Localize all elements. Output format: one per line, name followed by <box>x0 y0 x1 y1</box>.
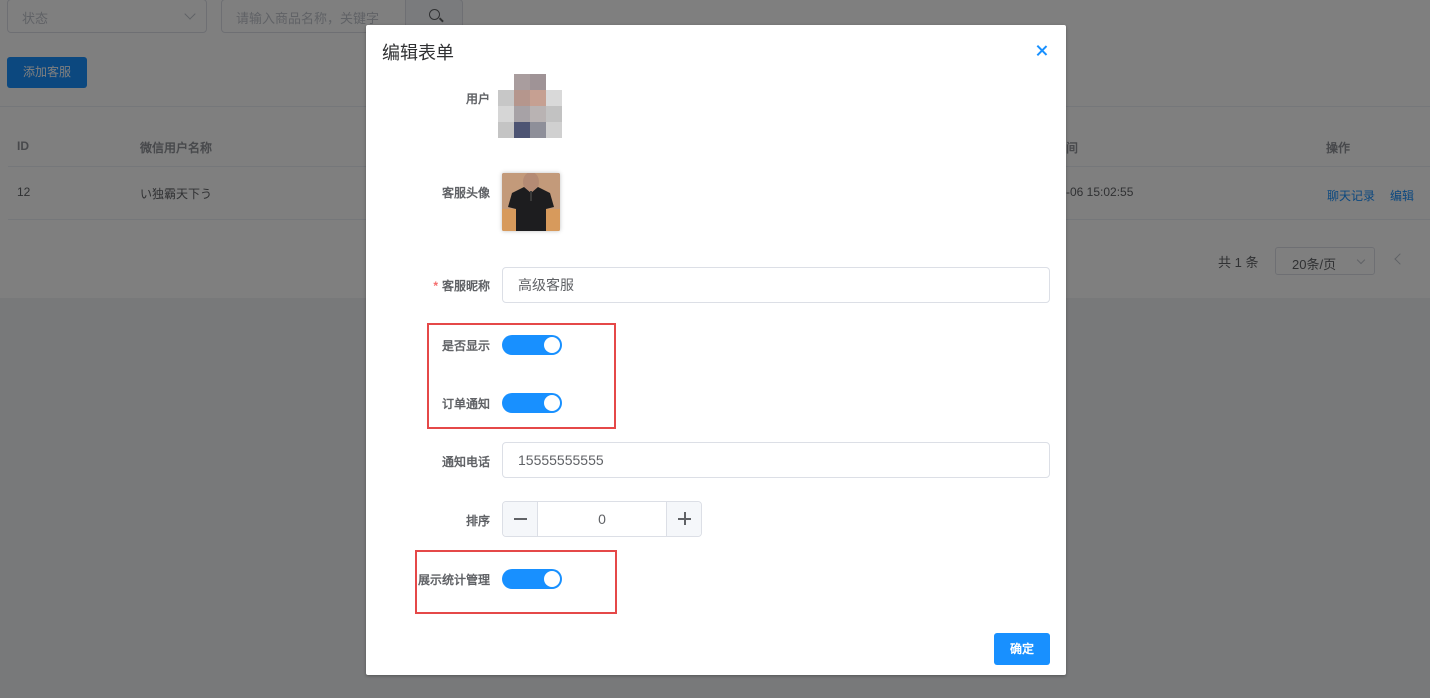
sort-label: 排序 <box>465 514 490 528</box>
confirm-button[interactable]: 确定 <box>994 633 1050 665</box>
phone-label: 通知电话 <box>441 455 490 469</box>
user-avatar-pixelated <box>498 74 564 138</box>
phone-input[interactable]: 15555555555 <box>502 442 1050 478</box>
close-icon[interactable] <box>1032 41 1052 61</box>
sort-stepper: 0 <box>502 501 702 537</box>
user-label: 用户 <box>465 92 490 106</box>
nickname-label-text: 客服昵称 <box>441 279 490 293</box>
toggle-knob <box>544 571 560 587</box>
toggle-knob <box>544 395 560 411</box>
stepper-plus-button[interactable] <box>666 502 701 536</box>
stats-toggle[interactable] <box>502 569 562 589</box>
show-label: 是否显示 <box>441 339 490 353</box>
sort-value[interactable]: 0 <box>539 502 665 536</box>
order-notice-label: 订单通知 <box>441 397 490 411</box>
toggle-knob <box>544 337 560 353</box>
required-asterisk: * <box>433 279 438 293</box>
show-toggle[interactable] <box>502 335 562 355</box>
nickname-label: * 客服昵称 <box>366 277 490 294</box>
stats-label: 展示统计管理 <box>417 573 490 587</box>
dialog-title: 编辑表单 <box>382 43 454 63</box>
customer-service-avatar[interactable] <box>502 173 560 231</box>
nickname-input[interactable]: 高级客服 <box>502 267 1050 303</box>
order-notice-toggle[interactable] <box>502 393 562 413</box>
stepper-minus-button[interactable] <box>503 502 538 536</box>
avatar-label: 客服头像 <box>441 186 490 200</box>
edit-form-dialog: 编辑表单 用户 客服头像 * 客服昵称 高级客服 是否显示 订单通知 通知电话 1… <box>366 25 1066 675</box>
